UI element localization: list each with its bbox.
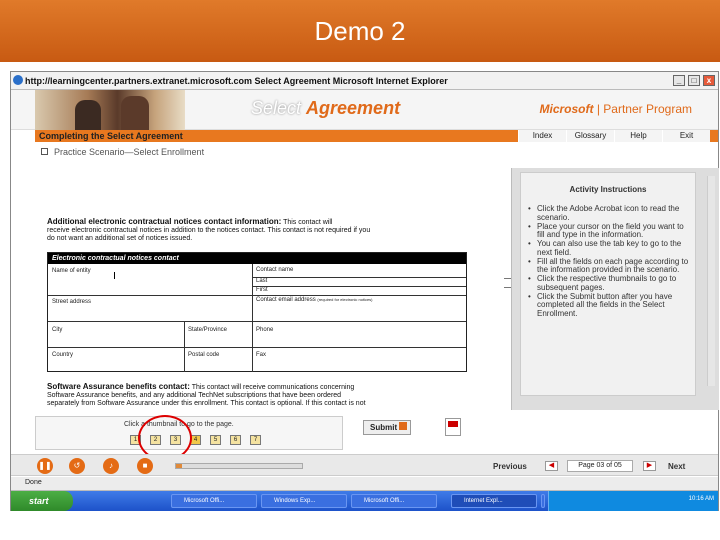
activity-instructions-panel: Activity Instructions Click the Adobe Ac…	[511, 168, 719, 410]
maximize-button[interactable]: □	[688, 75, 700, 86]
status-text: Done	[25, 479, 42, 486]
last-name-field[interactable]: Last	[256, 278, 267, 284]
exit-button[interactable]: Exit	[662, 130, 710, 142]
taskbar-item[interactable]: Microsoft Offi...	[171, 494, 257, 508]
start-button[interactable]: start	[11, 491, 73, 511]
help-button[interactable]: Help	[614, 130, 662, 142]
player-controls: ❚❚ ↺ ♪ ■ Previous ◀ Page 03 of 05 ▶ Next	[11, 454, 718, 476]
course-nav-bar: Completing the Select Agreement Index Gl…	[35, 130, 718, 142]
instructions-scrollbar[interactable]	[707, 176, 715, 386]
browser-window: http://learningcenter.partners.extranet.…	[10, 71, 719, 511]
instructions-title: Activity Instructions	[569, 185, 647, 194]
replay-icon[interactable]: ↺	[69, 458, 85, 474]
clock: 10:16 AM	[688, 496, 714, 502]
taskbar-item[interactable]: Windows Exp...	[261, 494, 347, 508]
index-button[interactable]: Index	[518, 130, 566, 142]
list-item: Place your cursor on the field you want …	[527, 222, 689, 240]
software-assurance-text: Software Assurance benefits contact: Thi…	[47, 382, 366, 408]
taskbar-item[interactable]: Internet Expl...	[451, 494, 537, 508]
first-name-field[interactable]: First	[256, 287, 268, 293]
city-field[interactable]: City	[52, 327, 62, 333]
banner-photo	[35, 90, 185, 130]
list-item: Click the Submit button after you have c…	[527, 292, 689, 319]
scenario-label: Practice Scenario—Select Enrollment	[41, 147, 204, 157]
progress-fill	[176, 464, 183, 468]
enrollment-form: Additional electronic contractual notice…	[41, 164, 469, 410]
notices-contact-table: Electronic contractual notices contact N…	[47, 252, 467, 372]
table-header: Electronic contractual notices contact	[48, 253, 466, 264]
instructions-list: Click the Adobe Acrobat icon to read the…	[527, 204, 689, 319]
slide-header: Demo 2	[0, 0, 720, 62]
next-label[interactable]: Next	[668, 462, 685, 471]
taskbar-item[interactable]	[541, 494, 545, 508]
previous-label[interactable]: Previous	[493, 462, 527, 471]
windows-taskbar: start Microsoft Offi... Windows Exp... M…	[11, 491, 718, 511]
glossary-button[interactable]: Glossary	[566, 130, 614, 142]
taskbar-item[interactable]: Microsoft Offi...	[351, 494, 437, 508]
contact-name-label: Contact name	[256, 267, 294, 273]
list-item: Fill all the fields on each page accordi…	[527, 257, 689, 275]
slide: Demo 2 http://learningcenter.partners.ex…	[0, 0, 720, 540]
partner-program-logo: Microsoft | Partner Program	[539, 102, 693, 116]
progress-bar[interactable]	[175, 463, 303, 469]
section-title: Completing the Select Agreement	[39, 131, 183, 141]
fax-field[interactable]: Fax	[256, 352, 266, 358]
internet-explorer-icon	[13, 75, 23, 85]
contact-info-text: Additional electronic contractual notice…	[47, 217, 371, 243]
window-title: http://learningcenter.partners.extranet.…	[25, 76, 448, 86]
minimize-button[interactable]: _	[673, 75, 685, 86]
pause-icon[interactable]: ❚❚	[37, 458, 53, 474]
text-cursor	[114, 272, 115, 279]
course-banner: Select Agreement Microsoft | Partner Pro…	[11, 90, 718, 130]
stop-icon[interactable]: ■	[137, 458, 153, 474]
list-item: Click the respective thumbnails to go to…	[527, 275, 689, 292]
close-button[interactable]: x	[703, 75, 715, 86]
phone-field[interactable]: Phone	[256, 327, 273, 333]
state-province-field[interactable]: State/Province	[188, 327, 227, 333]
contact-email-field[interactable]: Contact email address (required for elec…	[256, 297, 373, 303]
name-of-entity-field[interactable]: Name of entity	[52, 268, 91, 274]
slide-title: Demo 2	[314, 16, 406, 46]
window-titlebar[interactable]: http://learningcenter.partners.extranet.…	[11, 72, 718, 90]
status-bar: Done	[11, 477, 718, 491]
system-tray: 10:16 AM	[548, 491, 718, 511]
list-item: Click the Adobe Acrobat icon to read the…	[527, 204, 689, 222]
banner-title: Select Agreement	[251, 98, 401, 118]
previous-button[interactable]: ◀	[545, 461, 558, 471]
volume-icon[interactable]: ♪	[103, 458, 119, 474]
thumbnail-page-7[interactable]: 7	[250, 435, 261, 445]
adobe-acrobat-icon[interactable]	[445, 418, 461, 436]
list-item: You can also use the tab key to go to th…	[527, 239, 689, 257]
grid-icon	[41, 148, 48, 155]
thumbnail-page-5[interactable]: 5	[210, 435, 221, 445]
page-indicator: Page 03 of 05	[567, 460, 633, 472]
next-button[interactable]: ▶	[643, 461, 656, 471]
country-field[interactable]: Country	[52, 352, 73, 358]
postal-code-field[interactable]: Postal code	[188, 352, 219, 358]
street-address-field[interactable]: Street address	[52, 299, 91, 305]
thumbnail-page-6[interactable]: 6	[230, 435, 241, 445]
arrow-icon	[399, 422, 407, 430]
